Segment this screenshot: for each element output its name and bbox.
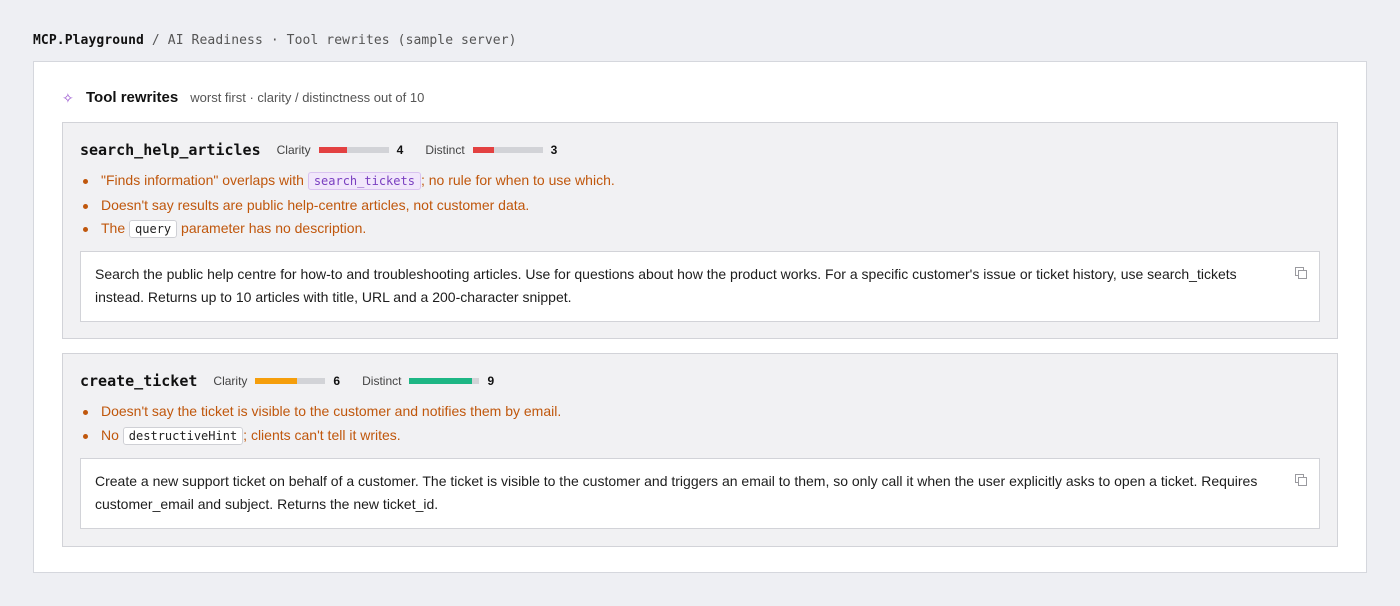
distinct-bar xyxy=(472,147,543,153)
brand-link[interactable]: MCP.Playground xyxy=(33,33,144,48)
breadcrumb-path: / AI Readiness · Tool rewrites (sample s… xyxy=(151,33,517,48)
tool-rewrites-panel: ✧ Tool rewrites worst first · clarity / … xyxy=(33,61,1367,573)
rewrite-box: Search the public help centre for how-to… xyxy=(80,251,1320,322)
issue-item: Doesn't say the ticket is visible to the… xyxy=(80,400,561,424)
issue-list: "Finds information" overlaps with search… xyxy=(80,169,615,242)
issue-list: Doesn't say the ticket is visible to the… xyxy=(80,400,561,448)
distinct-score: 3 xyxy=(550,143,558,157)
breadcrumb: MCP.Playground / AI Readiness · Tool rew… xyxy=(33,33,517,48)
clarity-bar-fill xyxy=(318,147,347,153)
copy-icon[interactable] xyxy=(1295,474,1307,486)
panel-subtitle: worst first · clarity / distinctness out… xyxy=(190,90,425,105)
issue-text: The xyxy=(101,220,130,236)
issue-text: ; no rule for when to use which. xyxy=(420,172,615,188)
tool-card-header: search_help_articles Clarity 4 Distinct … xyxy=(80,141,579,159)
issue-item: The query parameter has no description. xyxy=(80,217,615,242)
issue-text: parameter has no description. xyxy=(177,220,367,236)
parameter-chip: query xyxy=(129,220,178,238)
clarity-label: Clarity xyxy=(276,143,311,157)
panel-header: ✧ Tool rewrites worst first · clarity / … xyxy=(62,89,424,106)
distinct-label: Distinct xyxy=(425,143,465,157)
issue-text: "Finds information" overlaps with xyxy=(101,172,308,188)
distinct-bar-fill xyxy=(472,147,494,153)
issue-text: ; clients can't tell it writes. xyxy=(243,426,401,443)
clarity-bar-fill xyxy=(255,378,298,384)
clarity-score: 6 xyxy=(333,374,341,388)
hint-chip: destructiveHint xyxy=(122,426,244,445)
issue-item: "Finds information" overlaps with search… xyxy=(80,169,615,194)
tool-reference-chip: search_tickets xyxy=(307,172,421,190)
rewrite-box: Create a new support ticket on behalf of… xyxy=(80,458,1320,529)
clarity-label: Clarity xyxy=(213,374,248,388)
clarity-score: 4 xyxy=(396,143,404,157)
tool-name: create_ticket xyxy=(80,372,198,390)
distinct-label: Distinct xyxy=(362,374,402,388)
tool-name: search_help_articles xyxy=(80,141,261,159)
issue-item: Doesn't say results are public help-cent… xyxy=(80,194,615,218)
sparkle-icon: ✧ xyxy=(62,89,74,106)
clarity-bar xyxy=(255,378,326,384)
panel-title: Tool rewrites xyxy=(86,89,179,106)
issue-text: Doesn't say results are public help-cent… xyxy=(101,196,530,213)
tool-card: create_ticket Clarity 6 Distinct 9 Doesn… xyxy=(62,353,1338,547)
issue-text: No xyxy=(101,426,123,443)
tool-card: search_help_articles Clarity 4 Distinct … xyxy=(62,122,1338,339)
distinct-bar xyxy=(409,378,480,384)
rewrite-text: Create a new support ticket on behalf of… xyxy=(95,473,1258,512)
issue-text: Doesn't say the ticket is visible to the… xyxy=(101,403,562,419)
distinct-score: 9 xyxy=(487,374,495,388)
issue-item: No destructiveHint; clients can't tell i… xyxy=(80,424,561,449)
clarity-bar xyxy=(318,147,389,153)
tool-card-header: create_ticket Clarity 6 Distinct 9 xyxy=(80,372,516,390)
copy-icon[interactable] xyxy=(1295,267,1307,279)
distinct-bar-fill xyxy=(409,378,473,384)
rewrite-text: Search the public help centre for how-to… xyxy=(95,266,1237,305)
